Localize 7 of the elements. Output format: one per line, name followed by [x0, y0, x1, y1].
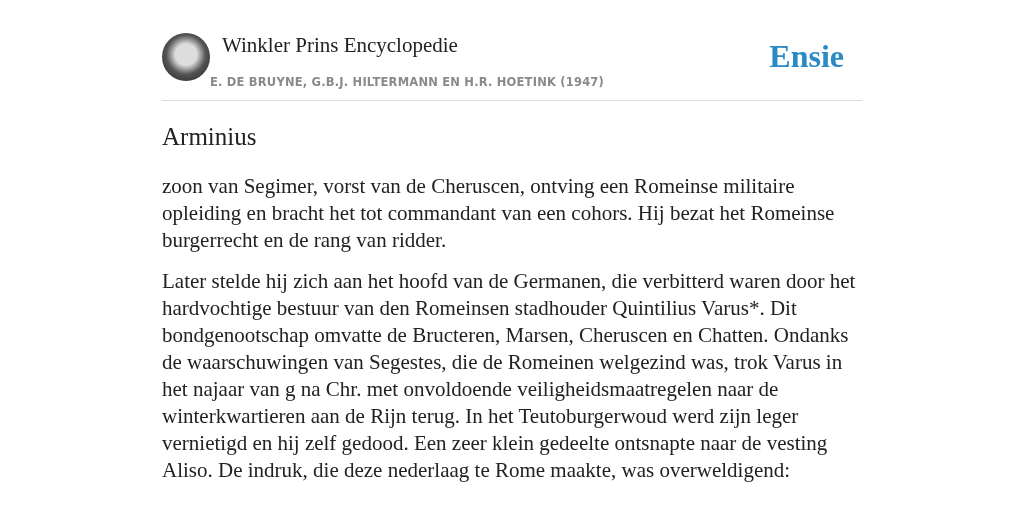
authors-line: E. DE BRUYNE, G.B.J. HILTERMANN EN H.R. HOETINK (1947) [210, 75, 604, 89]
article-title: Arminius [162, 122, 258, 152]
article-paragraph: zoon van Segimer, vorst van de Cheruscen, ontving een Romeinse militaire opleiding en bracht het tot commandant van een cohors. Hij bezat het Romeinse burgerrecht en de rang van ridder. [162, 173, 836, 254]
avatar-photo-placeholder [162, 33, 210, 81]
site-logo[interactable]: Ensie [769, 38, 844, 75]
article-paragraph: Later stelde hij zich aan het hoofd van de Germanen, die verbitterd waren door het hardvochtige bestuur van den Romeinsen stadhouder Quintilius Varus*. Dit bondgenootschap omvatte de Bructeren, Marsen, Cheruscen en Chatten. Ondanks de waarschuwingen van Segestes, die de Romeinen welgezind was, trok Varus in het najaar van g na Chr. met onvoldoende veiligheidsmaatregelen naar de winterkwartieren aan de Rijn terug. In het Teutoburgerwoud werd zijn leger vernietigd en hij zelf gedood. Een zeer klein gedeelte ontsnapte naar de vesting Aliso. De indruk, die deze nederlaag te Rome maakte, was overweldigend: [162, 268, 857, 484]
source-title: Winkler Prins Encyclopedie [222, 32, 459, 58]
